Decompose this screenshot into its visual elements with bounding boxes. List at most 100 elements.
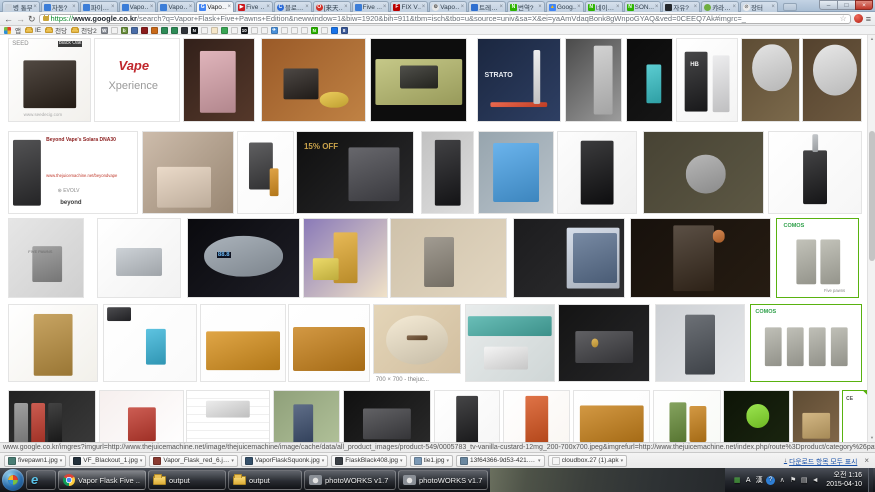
address-bar[interactable]: https://www.google.co.kr/search?q=Vapor+… [39,14,851,24]
bookmark-favicon[interactable] [171,27,178,34]
tab[interactable]: N번역?× [507,1,545,12]
download-dropdown-caret[interactable]: ▾ [538,458,541,464]
tab-close-icon[interactable]: × [461,4,465,11]
show-desktop-button[interactable] [868,468,873,492]
bookmark-favicon[interactable] [141,27,148,34]
taskbar-button-ie[interactable]: e [26,470,56,490]
scroll-up-arrow[interactable]: ▲ [869,36,875,42]
tab[interactable]: FFIX V…× [390,1,428,12]
download-dropdown-caret[interactable]: ▾ [140,458,143,464]
tray-icon[interactable]: ? [766,476,775,485]
bookmark-favicon[interactable] [151,27,158,34]
image-result[interactable] [802,38,862,122]
image-result[interactable] [200,304,286,382]
tab-close-icon[interactable]: × [150,4,154,11]
image-result[interactable] [421,131,474,214]
image-result[interactable]: FIVE PAWNS [8,218,84,298]
bookmark-favicon[interactable] [211,27,218,34]
scrollbar[interactable]: ▲ ▼ [867,35,875,442]
bookmark-favicon[interactable] [181,27,188,34]
tab[interactable]: N네이…× [585,1,623,12]
maximize-button[interactable]: □ [837,0,855,10]
image-result[interactable] [655,304,745,382]
download-item[interactable]: tie1.jpg▾ [410,455,453,467]
image-result[interactable]: HB [676,38,738,122]
tab[interactable]: ⚙Vapo…× [429,1,467,12]
image-result[interactable] [237,131,294,214]
download-dropdown-caret[interactable]: ▾ [447,458,450,464]
bookmark-favicon[interactable] [321,27,328,34]
tray-icon[interactable]: ◄ [811,476,819,485]
bookmark-favicon[interactable]: 8 [341,27,348,34]
apps-label[interactable]: 앱 [15,26,21,35]
download-dropdown-caret[interactable]: ▾ [621,458,624,464]
tab[interactable]: 파이…× [80,1,118,12]
tab[interactable]: NSON…× [624,1,662,12]
tray-icon[interactable]: ▤ [800,476,808,485]
tray-icon[interactable]: A [744,476,752,485]
tab-close-icon[interactable]: × [655,4,659,11]
bookmark-favicon[interactable] [251,27,258,34]
taskbar-button-camera[interactable]: photoWORKS v1.7 [398,470,488,490]
bookmark-favicon[interactable] [111,27,118,34]
bookmark-favicon[interactable] [161,27,168,34]
image-result[interactable] [741,38,800,122]
image-result[interactable]: 15% OFF [296,131,414,214]
bookmark-favicon[interactable] [301,27,308,34]
image-result[interactable] [643,131,764,214]
bookmark-favicon[interactable]: 10 [241,27,248,34]
tab-close-icon[interactable]: × [499,4,503,11]
image-result[interactable]: VapeXperience [94,38,180,122]
image-result[interactable] [513,218,625,298]
image-result[interactable]: 700 × 700 - thejuc... [373,304,461,374]
menu-button[interactable]: ≡ [866,14,871,24]
back-button[interactable]: ← [4,13,13,25]
tab[interactable]: Five …× [352,1,390,12]
tray-icon[interactable]: ▦ [733,476,741,485]
download-item[interactable]: VF_Blackout_1.jpg▾ [69,455,146,467]
tab-close-icon[interactable]: × [344,4,348,11]
scroll-down-arrow[interactable]: ▼ [869,435,875,441]
bookmark-folder[interactable]: 천당 [45,26,67,35]
bookmark-folder[interactable]: IE [25,26,41,35]
download-item[interactable]: 13f64366-9d53-421...jpg▾ [456,455,545,467]
taskbar-clock[interactable]: 오전 1:16 2015-04-10 [822,471,862,489]
image-result[interactable] [630,218,771,298]
taskbar-button-chrome[interactable]: Vapor Flask Five .. [58,470,146,490]
tab-close-icon[interactable]: × [266,4,270,11]
bookmark-star-icon[interactable]: ☆ [840,14,847,23]
tab-close-icon[interactable]: × [305,4,309,11]
download-item[interactable]: fivepawn1.jpg▾ [4,455,66,467]
bookmark-favicon[interactable] [131,27,138,34]
download-dropdown-caret[interactable]: ▾ [60,458,63,464]
bookmark-favicon[interactable]: N [311,27,318,34]
image-result[interactable] [288,304,370,382]
close-shelf-button[interactable]: × [862,456,871,466]
tab[interactable]: Vapo…× [157,1,195,12]
bookmark-favicon[interactable] [291,27,298,34]
tab-close-icon[interactable]: × [422,4,426,11]
image-result[interactable]: COMOSFive pawns [776,218,859,298]
bookmark-favicon[interactable] [331,27,338,34]
taskbar-button-folder[interactable]: output [148,470,226,490]
bookmark-favicon[interactable] [231,27,238,34]
bookmark-favicon[interactable] [201,27,208,34]
tab-close-icon[interactable]: × [189,4,193,11]
image-result[interactable] [478,131,554,214]
image-result[interactable] [8,304,98,382]
tab-close-icon[interactable]: × [733,4,737,11]
download-dropdown-caret[interactable]: ▾ [322,458,325,464]
bookmark-folder[interactable]: 천당2 [71,26,97,35]
tab-close-icon[interactable]: × [771,4,775,11]
bookmark-favicon[interactable] [261,27,268,34]
image-result[interactable] [626,38,673,122]
image-result[interactable]: 88.8 [187,218,300,298]
tab-close-icon[interactable]: × [616,4,620,11]
reload-button[interactable]: ↻ [28,13,36,25]
image-result[interactable]: COMOS [750,304,862,382]
tab-close-icon[interactable]: × [228,4,232,11]
tab[interactable]: ⊘장터× [740,1,778,12]
tab-close-icon[interactable]: × [538,4,542,11]
bookmark-favicon[interactable]: W [101,27,108,34]
bookmark-favicon[interactable] [281,27,288,34]
